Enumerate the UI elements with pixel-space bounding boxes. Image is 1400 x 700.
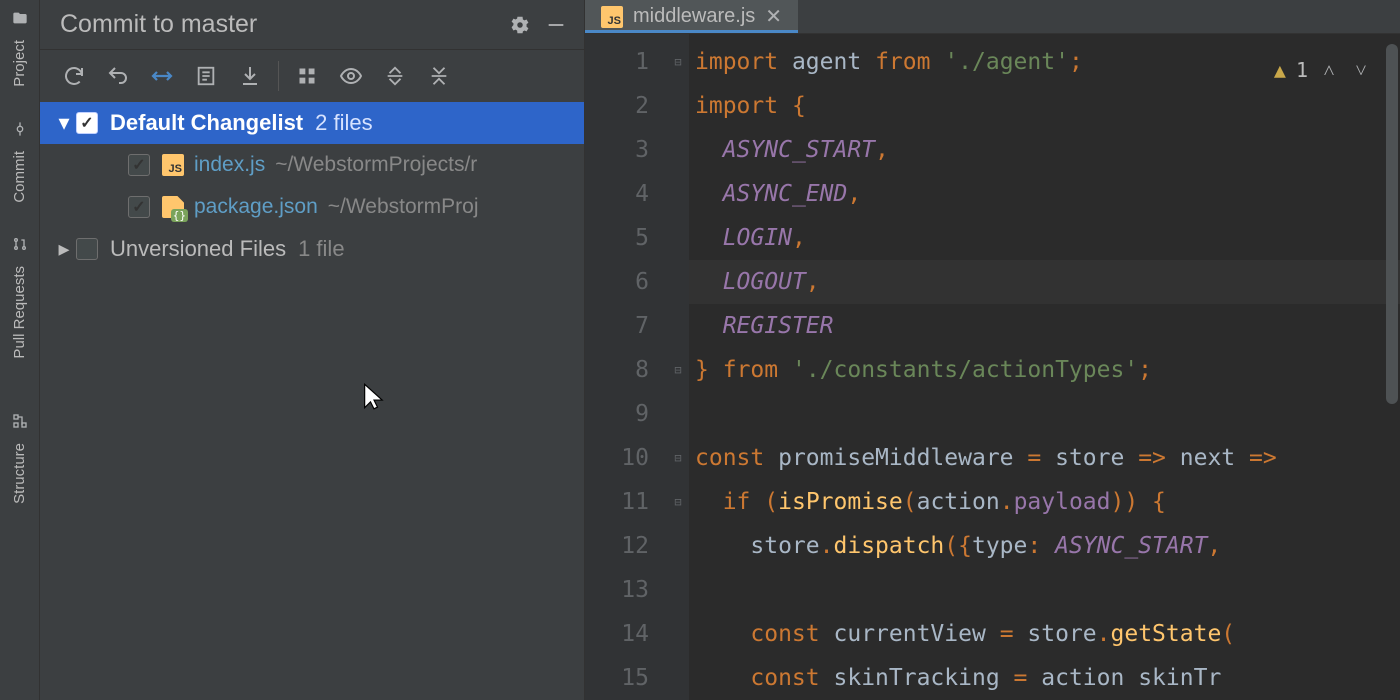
rail-label: Project [11,40,28,87]
editor-tabs: JS middleware.js ✕ [585,0,1400,34]
shelve-icon[interactable] [228,58,272,94]
diff-icon[interactable] [184,58,228,94]
js-file-icon: JS [601,6,623,28]
editor-tab[interactable]: JS middleware.js ✕ [585,0,798,33]
file-name: index.js [194,153,265,177]
line-number-gutter: 123456789101112131415 [585,34,667,700]
inspection-widget[interactable]: ▲ 1 ˄ ˅ [1274,48,1372,92]
prev-issue-icon[interactable]: ˄ [1318,59,1340,81]
rollback-icon[interactable] [96,58,140,94]
minimize-icon[interactable] [544,13,568,37]
editor-area: JS middleware.js ✕ 123456789101112131415… [585,0,1400,700]
pull-request-icon [12,236,28,252]
structure-icon [12,413,28,429]
file-path: ~/WebstormProjects/r [275,153,477,177]
collapse-all-icon[interactable] [417,58,461,94]
file-checkbox[interactable] [128,154,150,176]
changelist-label: Default Changelist [110,110,303,136]
rail-project[interactable]: Project [11,26,28,101]
warning-count: 1 [1296,48,1308,92]
commit-tool-window: Commit to master ▾ Default Changelist 2 … [40,0,585,700]
rail-label: Commit [11,151,28,203]
project-folder-icon [12,10,28,26]
commit-node-icon [12,121,28,137]
chevron-down-icon[interactable]: ▾ [52,110,76,136]
unversioned-count: 1 file [298,236,344,262]
warning-icon: ▲ [1274,48,1286,92]
file-checkbox[interactable] [128,196,150,218]
next-issue-icon[interactable]: ˅ [1350,59,1372,81]
file-path: ~/WebstormProj [328,195,479,219]
code-content[interactable]: import agent from './agent';import { ASY… [689,34,1400,700]
gear-icon[interactable] [508,13,532,37]
rail-label: Pull Requests [11,266,28,359]
unversioned-label: Unversioned Files [110,236,286,262]
fold-gutter: ⊟⊟⊟⊟ [667,34,689,700]
changelist-count: 2 files [315,110,372,136]
swap-icon[interactable] [140,58,184,94]
close-tab-icon[interactable]: ✕ [765,4,782,29]
chevron-right-icon[interactable]: ▸ [52,236,76,262]
js-file-icon: JS [162,154,186,176]
toolbar-separator [278,61,279,91]
changelist-node[interactable]: ▾ Default Changelist 2 files [40,102,584,144]
commit-toolbar [40,50,584,102]
json-file-icon [162,196,186,218]
expand-all-icon[interactable] [373,58,417,94]
changelist-checkbox[interactable] [76,112,98,134]
group-icon[interactable] [285,58,329,94]
left-tool-rail: Project Commit Pull Requests Structure [0,0,40,700]
rail-structure[interactable]: Structure [11,429,28,518]
code-editor[interactable]: 123456789101112131415 ⊟⊟⊟⊟ import agent … [585,34,1400,700]
editor-scrollbar[interactable] [1386,44,1398,404]
rail-label: Structure [11,443,28,504]
file-name: package.json [194,195,318,219]
file-row[interactable]: JS index.js ~/WebstormProjects/r [40,144,584,186]
rail-pull-requests[interactable]: Pull Requests [11,252,28,373]
unversioned-checkbox[interactable] [76,238,98,260]
rail-commit[interactable]: Commit [11,137,28,217]
file-row[interactable]: package.json ~/WebstormProj [40,186,584,228]
changes-tree: ▾ Default Changelist 2 files JS index.js… [40,102,584,700]
unversioned-node[interactable]: ▸ Unversioned Files 1 file [40,228,584,270]
preview-icon[interactable] [329,58,373,94]
refresh-icon[interactable] [52,58,96,94]
commit-header: Commit to master [40,0,584,50]
tab-filename: middleware.js [633,5,755,28]
commit-title: Commit to master [60,10,257,39]
